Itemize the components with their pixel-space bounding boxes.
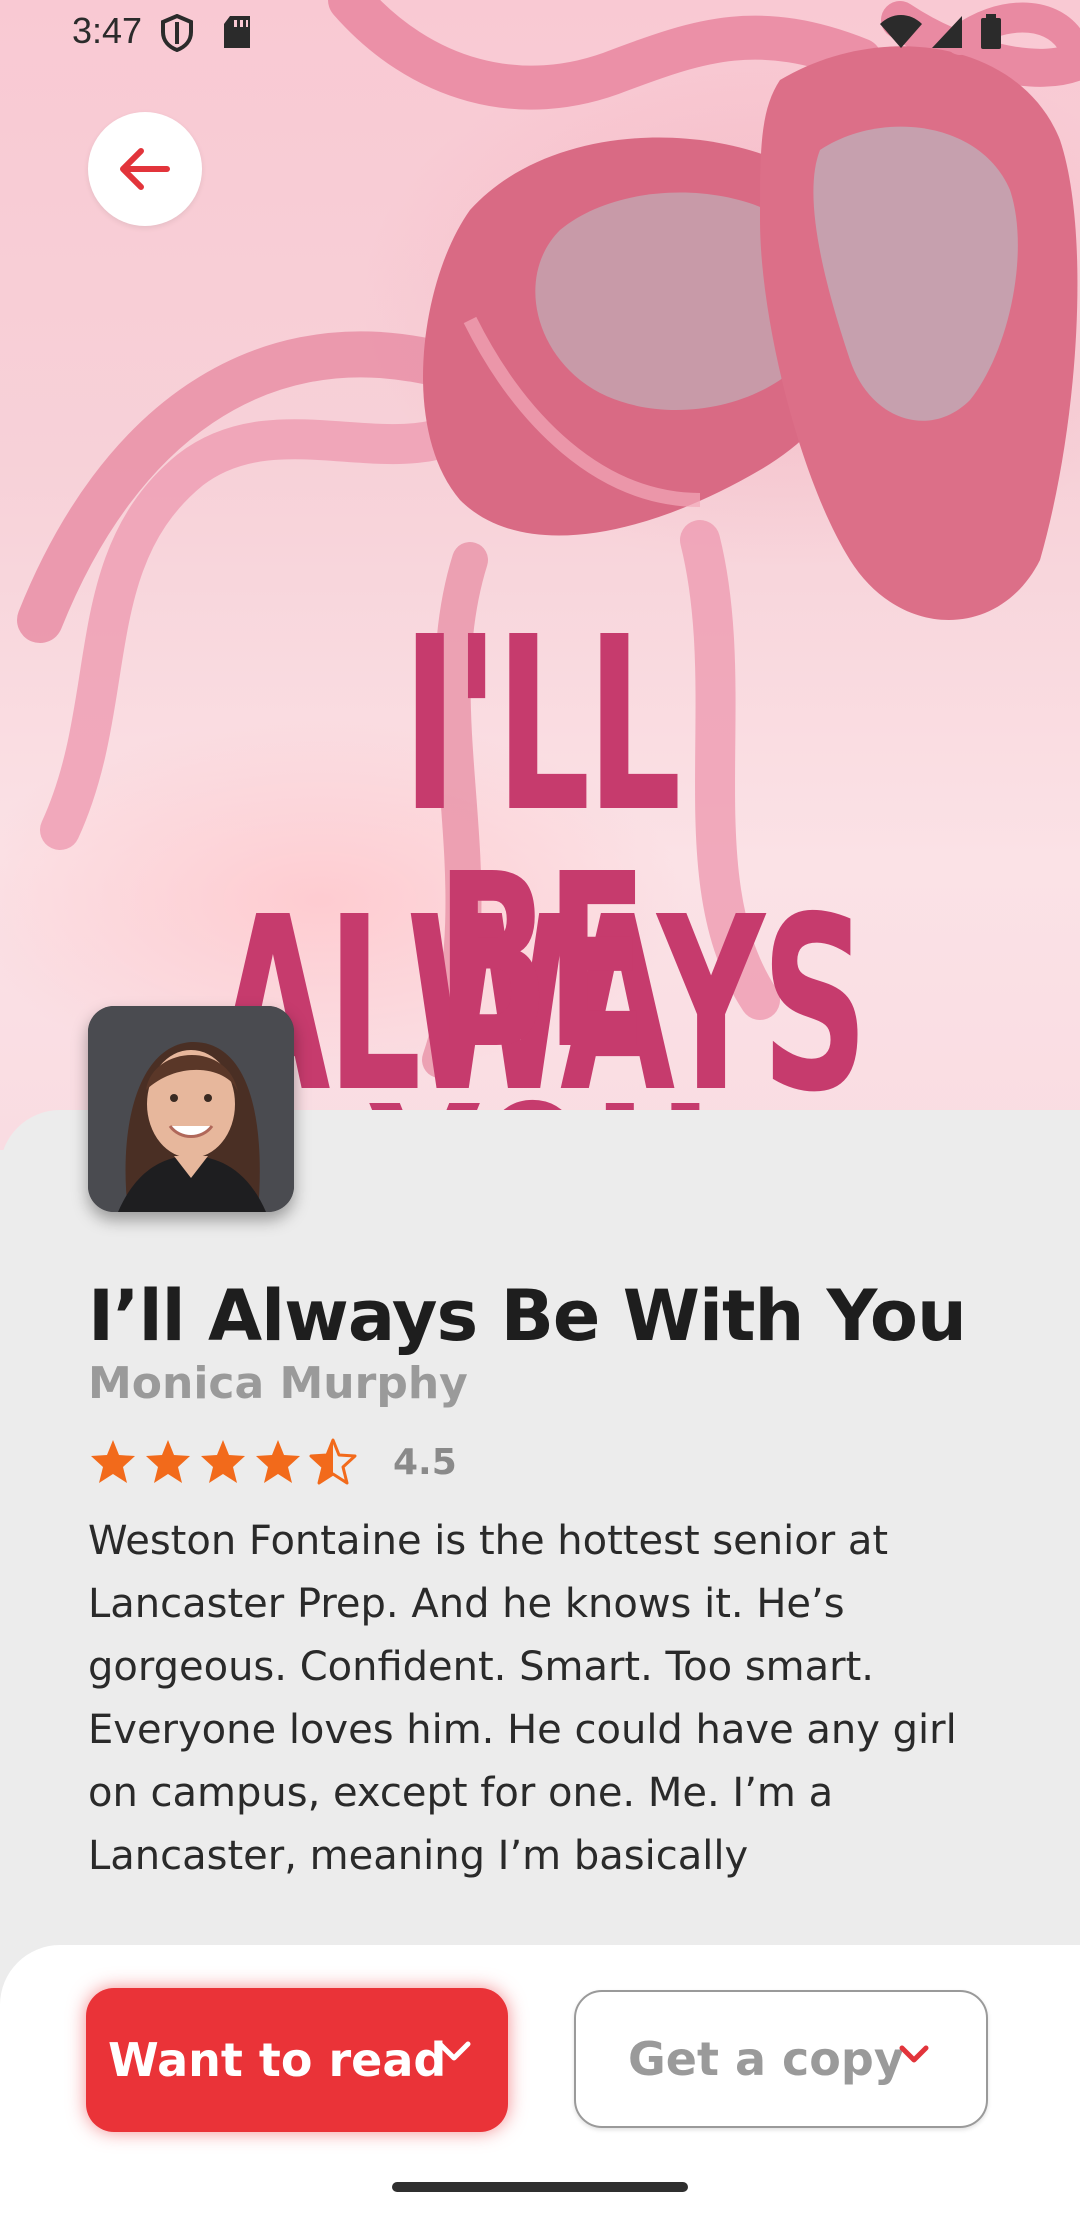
rating-row: 4.5 (88, 1432, 457, 1492)
sd-card-icon (224, 16, 250, 48)
status-bar: 3:47 (0, 0, 1080, 64)
wifi-icon (880, 15, 922, 48)
shield-icon (161, 14, 193, 52)
chevron-down-icon (899, 2045, 929, 2063)
chevron-down-icon[interactable] (436, 2040, 472, 2064)
star-full-icon (256, 1440, 300, 1483)
book-title: I’ll Always Be With You (88, 1275, 967, 1357)
signal-icon (932, 16, 962, 48)
star-full-icon (146, 1440, 190, 1483)
star-full-icon (201, 1440, 245, 1483)
star-half-icon (309, 1438, 357, 1485)
author-name[interactable]: Monica Murphy (88, 1358, 468, 1409)
status-time: 3:47 (72, 10, 143, 51)
author-photo (88, 1006, 294, 1212)
author-avatar[interactable] (88, 1006, 294, 1212)
want-to-read-button[interactable]: Want to read (86, 1988, 508, 2132)
home-indicator[interactable] (392, 2182, 688, 2192)
rating-value: 4.5 (393, 1441, 457, 1483)
arrow-left-icon (120, 148, 170, 190)
battery-icon (981, 14, 1001, 49)
get-a-copy-label: Get a copy (628, 2032, 904, 2086)
get-a-copy-button[interactable]: Get a copy (574, 1990, 988, 2128)
star-full-icon (91, 1440, 135, 1483)
back-button[interactable] (88, 112, 202, 226)
book-description[interactable]: Weston Fontaine is the hottest senior at… (88, 1510, 1008, 1890)
want-to-read-label: Want to read (108, 2033, 447, 2087)
